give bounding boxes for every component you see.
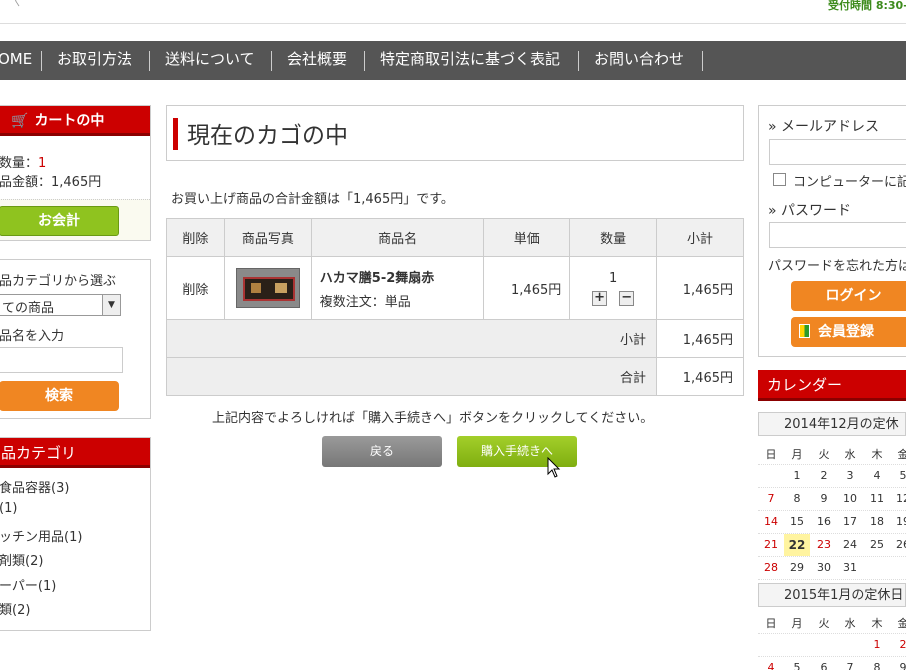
- category-link[interactable]: ーパー(1): [0, 575, 56, 594]
- chevron-icon: 〈: [8, 0, 21, 8]
- unit-price: 1,465円: [483, 256, 571, 320]
- chevron-down-icon: ▼: [102, 295, 120, 315]
- category-link[interactable]: (1): [0, 501, 17, 516]
- delete-link[interactable]: 削除: [182, 283, 208, 298]
- cart-qty-value: 1: [38, 156, 47, 171]
- row-subtotal: 1,465円: [656, 256, 744, 320]
- calendar-week: 789101112: [758, 488, 906, 511]
- password-label: » パスワード: [768, 203, 852, 219]
- calendar-week: 212223242526: [758, 534, 906, 557]
- cart-icon: 🛒: [11, 113, 29, 129]
- nav-shipping[interactable]: 送料について: [165, 41, 255, 80]
- product-option: 複数注文：単品: [319, 294, 411, 310]
- search-box: 品カテゴリから選ぶ ての商品 ▼ 品名を入力 検索: [0, 259, 151, 419]
- top-bar: 〈 受付時間 8:30-: [0, 0, 906, 24]
- product-image[interactable]: [235, 268, 300, 308]
- col-photo: 商品写真: [223, 218, 312, 257]
- product-name[interactable]: ハカマ膳5-2舞扇赤: [320, 267, 484, 286]
- email-input[interactable]: [769, 139, 906, 165]
- password-input[interactable]: [769, 222, 906, 248]
- calendar-header: カレンダー: [758, 370, 906, 401]
- search-button[interactable]: 検索: [0, 381, 119, 411]
- confirm-message: 上記内容でよろしければ「購入手続きへ」ボタンをクリックしてください。: [212, 411, 654, 426]
- total-value: 1,465円: [656, 357, 744, 396]
- col-name: 商品名: [310, 218, 485, 257]
- col-qty: 数量: [569, 218, 658, 257]
- product-name-label: 品名を入力: [0, 329, 65, 344]
- remember-label: コンピューターに記憶: [793, 175, 906, 190]
- calendar-weekdays: 日月火水木金: [758, 442, 906, 465]
- remember-checkbox[interactable]: [773, 173, 786, 186]
- calendar-week: 141516171819: [758, 511, 906, 534]
- calendar-week: 456789: [758, 657, 906, 670]
- back-button[interactable]: 戻る: [322, 436, 442, 467]
- col-price: 単価: [483, 218, 571, 257]
- category-box: 品カテゴリ 食品容器(3) (1) ッチン用品(1) 剤類(2) ーパー(1) …: [0, 437, 151, 631]
- login-box: » メールアドレス コンピューターに記憶 » パスワード パスワードを忘れた方は…: [758, 105, 906, 357]
- mouse-cursor-icon: [547, 457, 561, 478]
- table-header-row: 削除 商品写真 商品名 単価 数量 小計: [166, 218, 744, 257]
- calendar-january: 2015年1月の定休日 日月火水木金 12 456789: [758, 583, 906, 670]
- category-link[interactable]: 類(2): [0, 599, 30, 618]
- business-hours: 受付時間 8:30-: [828, 0, 906, 12]
- checkout-button[interactable]: お会計: [0, 206, 119, 236]
- beginner-mark-icon: [799, 324, 810, 338]
- subtotal-value: 1,465円: [656, 319, 744, 358]
- subtotal-label: 小計: [165, 319, 658, 358]
- total-message: お買い上げ商品の合計金額は「1,465円」です。: [171, 192, 454, 207]
- register-button[interactable]: 会員登録: [791, 317, 906, 347]
- subtotal-row: 小計 1,465円: [165, 319, 744, 358]
- calendar-december-title: 2014年12月の定休: [758, 412, 906, 436]
- total-row: 合計 1,465円: [165, 357, 744, 396]
- nav-transactions[interactable]: お取引方法: [57, 41, 132, 80]
- cart-box: 🛒 カートの中 数量：1 品金額：1,465円 お会計: [0, 105, 151, 241]
- table-row: 削除 ハカマ膳5-2舞扇赤 複数注文：単品 1,465円 1 + − 1,465…: [166, 256, 744, 320]
- page-title-box: 現在のカゴの中: [166, 105, 744, 161]
- calendar-weekdays: 日月火水木金: [758, 611, 906, 634]
- category-link[interactable]: 剤類(2): [0, 550, 43, 569]
- category-select[interactable]: ての商品 ▼: [0, 294, 121, 316]
- nav-home[interactable]: OME: [0, 41, 32, 80]
- minus-icon[interactable]: −: [619, 290, 635, 306]
- calendar-december: 2014年12月の定休 日月火水木金 12345 789101112 14151…: [758, 412, 906, 580]
- calendar-week: 28 29 30 31: [758, 557, 906, 580]
- col-subtotal: 小計: [656, 218, 744, 257]
- nav-contact[interactable]: お問い合わせ: [594, 41, 684, 80]
- total-label: 合計: [165, 357, 658, 396]
- login-button[interactable]: ログイン: [791, 281, 906, 311]
- qty-value: 1: [609, 270, 618, 286]
- product-name-input[interactable]: [0, 347, 123, 373]
- category-box-header: 品カテゴリ: [0, 438, 150, 468]
- calendar-week: 12345: [758, 465, 906, 488]
- calendar-week: 12: [758, 634, 906, 657]
- category-select-label: 品カテゴリから選ぶ: [0, 274, 117, 289]
- cart-table: 削除 商品写真 商品名 単価 数量 小計 削除 ハカマ膳5-2舞扇赤 複数注文：…: [165, 218, 744, 396]
- global-nav: OME お取引方法 送料について 会社概要 特定商取引法に基づく表記 お問い合わ…: [0, 41, 906, 80]
- cart-total: 品金額：1,465円: [0, 175, 102, 190]
- calendar-today: 22: [784, 534, 810, 556]
- page-title: 現在のカゴの中: [187, 123, 348, 149]
- nav-legal[interactable]: 特定商取引法に基づく表記: [380, 41, 560, 80]
- cart-qty-label: 数量：: [0, 156, 39, 171]
- category-link[interactable]: 食品容器(3): [0, 477, 69, 496]
- col-delete: 削除: [166, 218, 225, 257]
- plus-icon[interactable]: +: [592, 290, 608, 306]
- cart-box-header: 🛒 カートの中: [0, 106, 150, 136]
- calendar-january-title: 2015年1月の定休日: [758, 583, 906, 607]
- category-link[interactable]: ッチン用品(1): [0, 526, 82, 545]
- nav-company[interactable]: 会社概要: [287, 41, 347, 80]
- email-label: » メールアドレス: [768, 119, 880, 135]
- forgot-password-link[interactable]: パスワードを忘れた方はこ: [768, 255, 906, 274]
